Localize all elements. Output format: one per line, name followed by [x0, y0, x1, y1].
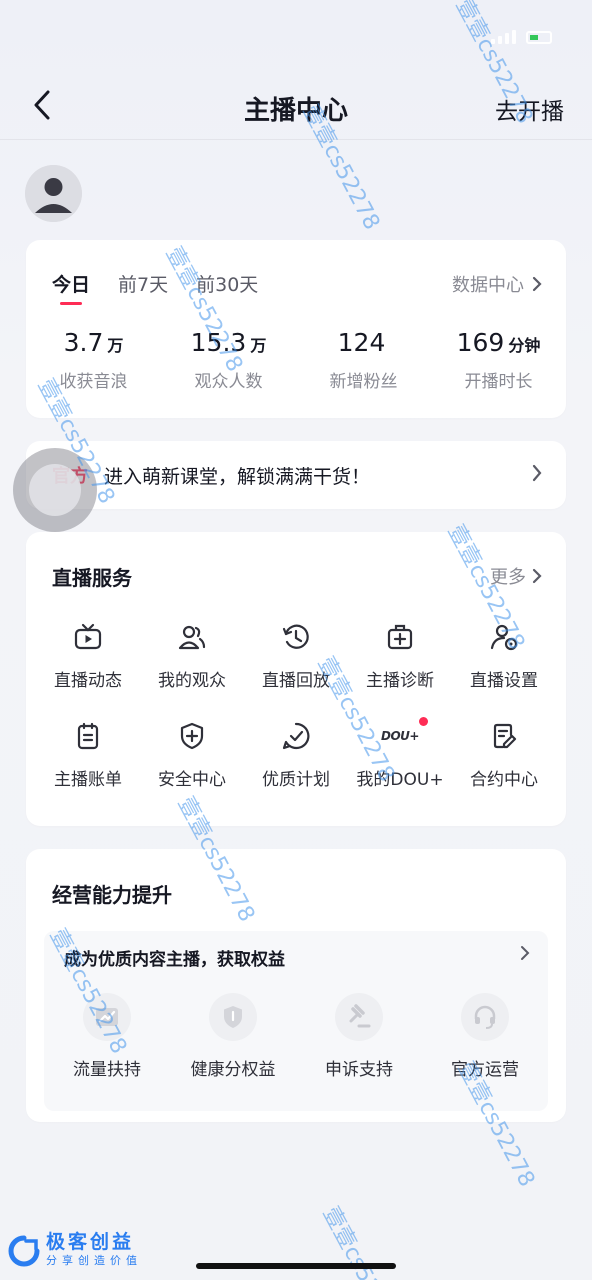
gavel-icon: [349, 1004, 371, 1028]
service-live-settings[interactable]: 直播设置: [452, 620, 556, 691]
signal-icon: [491, 30, 516, 44]
stat-value: 124: [337, 328, 386, 357]
section-title: 直播服务: [52, 566, 132, 590]
service-label: 我的观众: [158, 671, 226, 691]
service-anchor-diagnosis[interactable]: 主播诊断: [348, 620, 452, 691]
section-title: 经营能力提升: [52, 883, 172, 907]
contract-icon: [493, 723, 517, 749]
brand-mark-icon: [8, 1235, 40, 1266]
service-label: 安全中心: [158, 770, 226, 790]
service-my-dou-plus[interactable]: DOU+ 我的DOU+: [348, 717, 452, 790]
history-icon: [282, 624, 309, 649]
service-label: 直播设置: [470, 671, 538, 691]
service-my-audience[interactable]: 我的观众: [140, 620, 244, 691]
banner-text: 进入萌新课堂，解锁满满干货！: [104, 465, 371, 488]
stat-value: 3.7: [63, 328, 104, 357]
avatar[interactable]: [25, 165, 82, 222]
go-live-button[interactable]: 去开播: [495, 92, 564, 126]
shield-plus-icon: [180, 722, 204, 750]
tab-7-days[interactable]: 前7天: [118, 270, 168, 297]
stat-value: 15.3: [190, 328, 247, 357]
service-label: 直播动态: [54, 671, 122, 691]
stat-unit: 分钟: [508, 336, 541, 355]
tab-today[interactable]: 今日: [52, 270, 90, 305]
check-circle-icon: [282, 722, 310, 750]
stat-label: 新增粉丝: [329, 372, 398, 392]
bill-icon: [77, 722, 99, 750]
status-icons: [491, 30, 552, 44]
live-services-card: 直播服务 更多 直播动态 我的观众 直播回放 主播诊断 直播设置 主播账单 安全…: [26, 532, 566, 826]
service-live-feed[interactable]: 直播动态: [36, 620, 140, 691]
benefit-health-score[interactable]: 健康分权益: [170, 993, 296, 1080]
benefit-label: 官方运营: [451, 1060, 519, 1080]
tab-30-days[interactable]: 前30天: [196, 270, 258, 297]
panel-title: 成为优质内容主播，获取权益: [64, 950, 285, 970]
traffic-chart-icon: [96, 1008, 118, 1026]
chevron-right-icon: [532, 276, 542, 292]
benefit-appeal-support[interactable]: 申诉支持: [296, 993, 422, 1080]
service-label: 优质计划: [262, 770, 330, 790]
notification-dot: [419, 717, 428, 726]
tv-icon: [74, 623, 102, 650]
chevron-right-icon: [532, 464, 542, 482]
more-link[interactable]: 更多: [490, 563, 542, 589]
benefit-label: 申诉支持: [325, 1060, 393, 1080]
user-silhouette-icon: [25, 165, 82, 222]
user-settings-icon: [490, 624, 518, 651]
stat-new-fans[interactable]: 124 新增粉丝: [296, 328, 431, 392]
assistive-touch-button[interactable]: [13, 448, 97, 532]
stat-viewers[interactable]: 15.3 万 观众人数: [161, 328, 296, 392]
status-bar: [0, 0, 592, 70]
stat-gifts[interactable]: 3.7 万 收获音浪: [26, 328, 161, 392]
service-label: 合约中心: [470, 770, 538, 790]
stat-unit: 万: [250, 336, 267, 355]
newbie-class-banner[interactable]: 官方 进入萌新课堂，解锁满满干货！: [26, 441, 566, 509]
home-indicator[interactable]: [196, 1263, 396, 1269]
dou-plus-icon: DOU+: [381, 729, 419, 743]
time-range-tabs: 今日 前7天 前30天: [52, 270, 258, 305]
benefit-official-operation[interactable]: 官方运营: [422, 993, 548, 1080]
stat-unit: 万: [107, 336, 124, 355]
benefit-label: 流量扶持: [73, 1060, 141, 1080]
service-label: 主播账单: [54, 770, 122, 790]
benefit-label: 健康分权益: [190, 1060, 276, 1080]
shield-icon: [224, 1006, 242, 1028]
chevron-right-icon: [521, 946, 530, 960]
services-grid: 直播动态 我的观众 直播回放 主播诊断 直播设置 主播账单 安全中心 优质计划: [36, 620, 556, 790]
stats-card: 今日 前7天 前30天 数据中心 3.7 万 收获音浪 15.3 万 观众人数 12…: [26, 240, 566, 418]
stat-label: 观众人数: [194, 372, 263, 392]
service-label: 我的DOU+: [356, 770, 444, 790]
stat-label: 收获音浪: [59, 372, 128, 392]
brand-logo: 极客创益 分享创造价值: [8, 1233, 142, 1268]
service-live-replay[interactable]: 直播回放: [244, 620, 348, 691]
service-contract-center[interactable]: 合约中心: [452, 719, 556, 790]
medical-kit-icon: [387, 624, 413, 650]
headset-icon: [474, 1005, 496, 1029]
benefit-traffic-support[interactable]: 流量扶持: [44, 993, 170, 1080]
brand-name: 极客创益: [46, 1231, 135, 1253]
data-center-link[interactable]: 数据中心: [452, 271, 542, 297]
service-security-center[interactable]: 安全中心: [140, 719, 244, 790]
more-label: 更多: [490, 567, 526, 588]
quality-anchor-panel[interactable]: 成为优质内容主播，获取权益 流量扶持 健康分权益 申诉支持 官方运营: [44, 931, 548, 1111]
service-quality-plan[interactable]: 优质计划: [244, 719, 348, 790]
service-anchor-bill[interactable]: 主播账单: [36, 719, 140, 790]
service-label: 主播诊断: [366, 671, 434, 691]
stat-value: 169: [456, 328, 505, 357]
service-label: 直播回放: [262, 671, 330, 691]
nav-bar: 主播中心 去开播: [0, 70, 592, 140]
business-growth-card: 经营能力提升 成为优质内容主播，获取权益 流量扶持 健康分权益 申诉支持 官方运…: [26, 849, 566, 1122]
chevron-right-icon: [532, 568, 542, 584]
stats-row: 3.7 万 收获音浪 15.3 万 观众人数 124 新增粉丝 169 分钟 开播时长: [26, 328, 566, 392]
brand-tagline: 分享创造价值: [46, 1254, 142, 1267]
stat-live-duration[interactable]: 169 分钟 开播时长: [431, 328, 566, 392]
benefits-row: 流量扶持 健康分权益 申诉支持 官方运营: [44, 993, 548, 1080]
data-center-label: 数据中心: [452, 275, 524, 296]
battery-icon: [526, 30, 552, 44]
users-icon: [178, 625, 206, 650]
stat-label: 开播时长: [464, 372, 533, 392]
